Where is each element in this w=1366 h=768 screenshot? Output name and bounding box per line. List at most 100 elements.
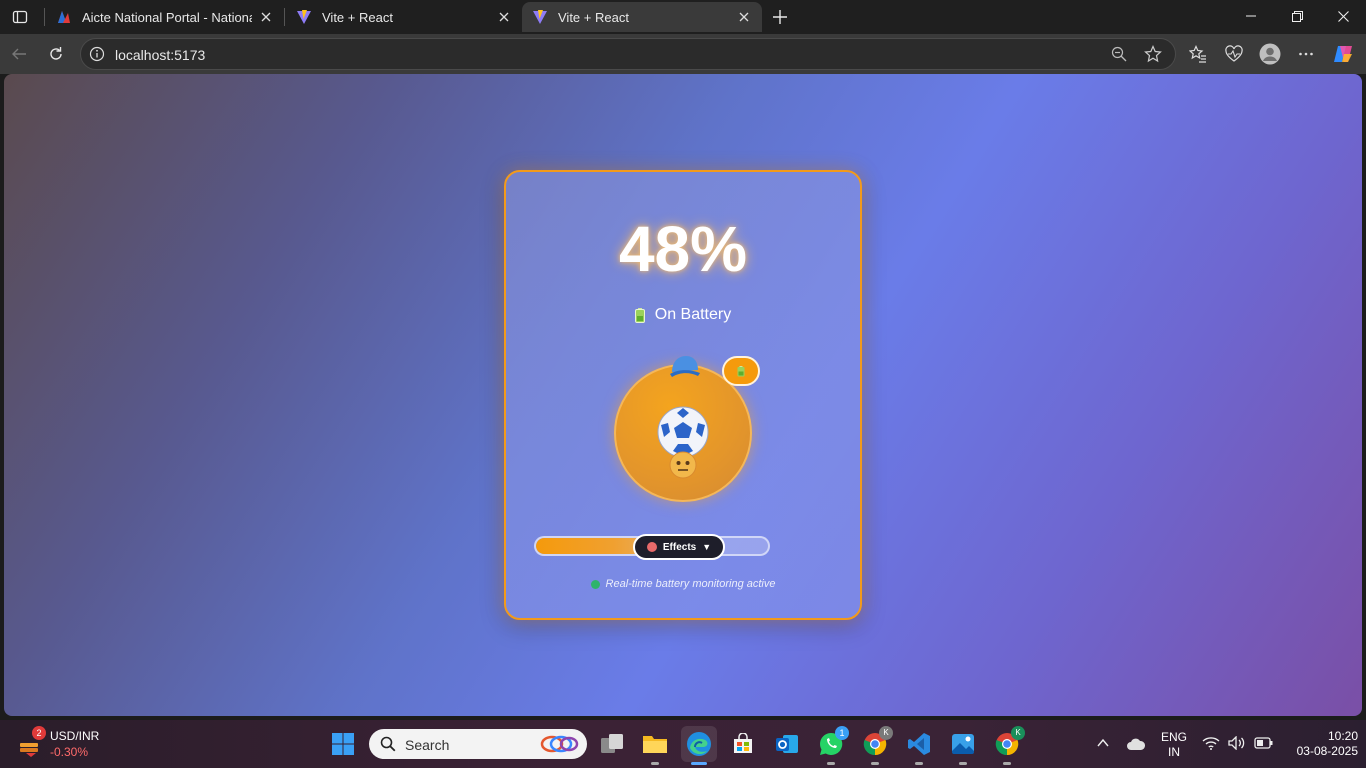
show-hidden-icons-button[interactable]	[1096, 736, 1110, 753]
running-indicator	[1003, 762, 1011, 765]
windows-logo-icon	[332, 733, 354, 755]
tab-aicte[interactable]: Aicte National Portal - National In	[46, 2, 284, 32]
settings-menu-button[interactable]	[1291, 40, 1321, 68]
close-icon	[499, 12, 509, 22]
clock-time: 10:20	[1327, 729, 1358, 743]
minimize-button[interactable]	[1228, 0, 1274, 32]
folder-icon	[643, 736, 667, 753]
restore-button[interactable]	[1274, 0, 1320, 32]
battery-badge	[722, 356, 760, 386]
clock-button[interactable]: 10:20 03-08-2025	[1284, 729, 1358, 759]
edge-button[interactable]	[681, 726, 717, 765]
refresh-icon	[50, 47, 62, 60]
tab-separator	[44, 8, 45, 26]
region-code: IN	[1168, 745, 1180, 759]
info-icon[interactable]	[89, 46, 105, 62]
tab-title: Vite + React	[322, 9, 393, 25]
favorite-star-icon[interactable]	[1144, 45, 1162, 63]
vite-logo-icon	[533, 10, 547, 24]
arrow-left-icon	[12, 48, 26, 60]
copilot-icon	[1334, 46, 1352, 62]
browser-essentials-button[interactable]	[1219, 40, 1249, 68]
close-icon	[1337, 10, 1349, 22]
running-indicator	[871, 762, 879, 765]
neutral-face-icon	[669, 451, 697, 479]
heart-pulse-icon	[1225, 45, 1243, 62]
running-indicator	[827, 762, 835, 765]
zoom-out-icon[interactable]	[1111, 46, 1127, 62]
task-view-button[interactable]	[594, 726, 630, 762]
new-tab-button[interactable]	[764, 4, 796, 30]
close-icon	[739, 12, 749, 22]
taskbar-search[interactable]: Search	[369, 729, 587, 759]
address-bar[interactable]: localhost:5173	[80, 38, 1176, 70]
tab-separator	[284, 8, 285, 26]
effects-dropdown-button[interactable]: Effects ▼	[633, 534, 725, 560]
cloud-icon	[1127, 738, 1146, 750]
microsoft-store-button[interactable]	[725, 726, 761, 762]
notification-badge: 2	[32, 726, 46, 740]
live-status-dot	[590, 579, 600, 589]
vscode-button[interactable]	[901, 726, 937, 765]
language-code: ENG	[1160, 730, 1187, 744]
vite-logo-icon	[297, 10, 311, 24]
tab-actions-icon	[12, 10, 28, 24]
battery-status-label: On Battery	[654, 306, 732, 323]
profile-initial-badge: K	[879, 726, 893, 740]
page-viewport: 48% On Battery Real-time battery monitor…	[4, 74, 1362, 716]
close-icon	[261, 12, 271, 22]
clock-date: 03-08-2025	[1296, 744, 1358, 758]
tab-vite-react-1[interactable]: Vite + React	[286, 2, 522, 32]
wifi-icon	[1202, 737, 1220, 750]
photos-button[interactable]	[945, 726, 981, 765]
close-tab-button[interactable]	[736, 9, 752, 25]
favorites-button[interactable]	[1183, 40, 1213, 68]
tab-vite-react-2[interactable]: Vite + React	[522, 2, 762, 32]
profile-button[interactable]	[1255, 40, 1285, 68]
vscode-icon	[908, 733, 930, 755]
start-button[interactable]	[325, 726, 361, 762]
search-icon	[380, 736, 396, 752]
avatar-icon	[1259, 43, 1281, 65]
plus-icon	[773, 10, 787, 24]
url-text[interactable]: localhost:5173	[115, 47, 205, 63]
tab-title: Vite + React	[558, 9, 629, 25]
outlook-button[interactable]	[769, 726, 805, 762]
running-indicator	[959, 762, 967, 765]
stock-symbol: USD/INR	[50, 729, 100, 743]
more-horizontal-icon	[1299, 52, 1313, 56]
back-button[interactable]	[4, 40, 34, 68]
battery-icon	[737, 365, 745, 376]
battery-icon	[1254, 737, 1273, 749]
close-tab-button[interactable]	[496, 9, 512, 25]
tab-actions-button[interactable]	[4, 4, 36, 30]
store-icon	[734, 733, 752, 753]
chevron-up-icon	[1097, 738, 1109, 747]
profile-initial-badge: K	[1011, 726, 1025, 740]
outlook-icon	[776, 735, 798, 753]
onedrive-button[interactable]	[1126, 737, 1146, 754]
whatsapp-button[interactable]: 1	[813, 726, 849, 765]
quick-settings-button[interactable]	[1202, 736, 1274, 750]
edge-logo-icon	[687, 732, 711, 756]
favorites-list-icon	[1189, 45, 1206, 63]
refresh-button[interactable]	[41, 40, 71, 68]
close-window-button[interactable]	[1320, 0, 1366, 32]
tab-title: Aicte National Portal - National In	[82, 9, 252, 25]
battery-progress-fill	[536, 538, 648, 554]
chevron-down-icon: ▼	[702, 542, 712, 552]
close-tab-button[interactable]	[258, 9, 274, 25]
cap-icon	[670, 356, 700, 377]
chrome-button[interactable]: K	[857, 726, 893, 765]
photos-icon	[952, 734, 974, 754]
file-explorer-button[interactable]	[637, 726, 673, 765]
input-language-button[interactable]: ENG IN	[1158, 730, 1190, 760]
chrome-profile-button[interactable]: K	[989, 726, 1025, 765]
running-indicator	[691, 762, 707, 765]
browser-tab-strip: Aicte National Portal - National In Vite…	[0, 0, 1366, 34]
volume-icon	[1228, 736, 1245, 750]
running-indicator	[651, 762, 659, 765]
palette-icon	[646, 542, 657, 552]
battery-icon	[634, 307, 645, 323]
copilot-button[interactable]	[1328, 40, 1358, 68]
